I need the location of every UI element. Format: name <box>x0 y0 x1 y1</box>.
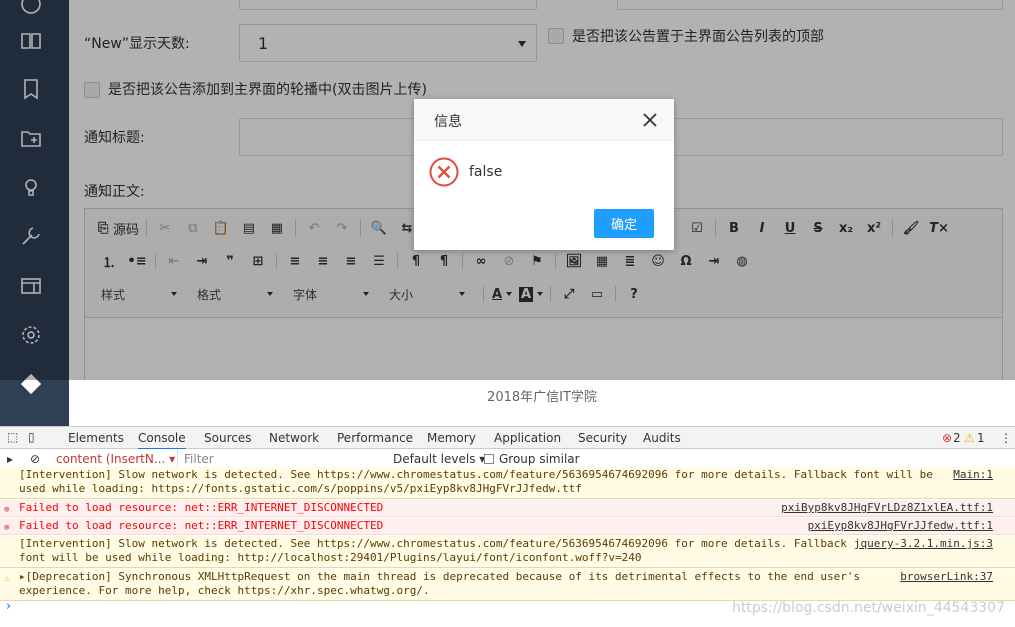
log-entry: ⊗ Failed to load resource: net::ERR_INTER… <box>0 500 1015 517</box>
tab-sources[interactable]: Sources <box>204 431 251 445</box>
log-text: Failed to load resource: net::ERR_INTERN… <box>19 519 384 532</box>
sidebar-toggle-icon[interactable]: ▸ <box>7 452 13 466</box>
tab-security[interactable]: Security <box>578 431 627 445</box>
log-text: [Intervention] Slow network is detected.… <box>19 537 847 550</box>
console-prompt[interactable]: › <box>6 599 11 614</box>
warning-count-icon: ⚠ <box>964 431 975 445</box>
log-text: [Intervention] Slow network is detected.… <box>19 468 933 481</box>
tab-audits[interactable]: Audits <box>643 431 681 445</box>
device-toggle-icon[interactable]: ▯ <box>28 430 35 444</box>
confirm-button[interactable]: 确定 <box>594 209 654 238</box>
dialog-title: 信息 <box>434 114 462 130</box>
context-value: content (InsertN... <box>56 452 166 466</box>
warning-icon: ⚠ <box>4 574 10 584</box>
dialog-header: 信息 <box>414 99 674 141</box>
log-entry: [Intervention] Slow network is detected.… <box>0 467 1015 499</box>
context-select[interactable]: content (InsertN... ▾ <box>56 452 175 466</box>
log-source-link[interactable]: pxiEyp8kv8JHgFVrJJfedw.ttf:1 <box>808 519 993 533</box>
log-text: Failed to load resource: net::ERR_INTERN… <box>19 501 384 514</box>
watermark: https://blog.csdn.net/weixin_44543307 <box>731 600 1005 616</box>
devtools-tabbar: ⬚ ▯ Elements Console Sources Network Per… <box>0 427 1015 450</box>
log-text-continued: used while loading: https://fonts.gstati… <box>19 482 582 495</box>
tab-network[interactable]: Network <box>269 431 319 445</box>
devtools-panel: ⬚ ▯ Elements Console Sources Network Per… <box>0 426 1015 626</box>
log-source-link[interactable]: Main:1 <box>953 468 993 482</box>
error-icon: ⊗ <box>4 523 10 533</box>
group-similar-checkbox[interactable] <box>484 454 494 464</box>
log-text: ▸[Deprecation] Synchronous XMLHttpReques… <box>19 570 861 583</box>
log-source-link[interactable]: pxiByp8kv8JHgFVrLDz8Z1xlEA.ttf:1 <box>781 501 993 515</box>
log-entry: ⊗ Failed to load resource: net::ERR_INTER… <box>0 518 1015 535</box>
log-entry: [Intervention] Slow network is detected.… <box>0 536 1015 568</box>
log-levels-select[interactable]: Default levels ▾ <box>393 452 485 466</box>
page-footer: 2018年广信IT学院 <box>69 380 1015 426</box>
log-source-link[interactable]: jquery-3.2.1.min.js:3 <box>854 537 993 551</box>
filter-placeholder: Filter <box>184 452 214 466</box>
console-filter-input[interactable]: Filter <box>177 450 377 468</box>
tab-elements[interactable]: Elements <box>68 431 124 445</box>
log-source-link[interactable]: browserLink:37 <box>900 570 993 584</box>
warning-count[interactable]: 1 <box>977 431 985 445</box>
clear-console-icon[interactable]: ⊘ <box>30 452 40 466</box>
error-count-icon: ⊗ <box>942 431 953 445</box>
group-similar-label: Group similar <box>499 452 580 466</box>
dialog-message: false <box>469 164 503 180</box>
log-entry: ⚠ ▸[Deprecation] Synchronous XMLHttpReque… <box>0 569 1015 601</box>
tab-console[interactable]: Console <box>138 431 186 450</box>
more-options-icon[interactable]: ⋮ <box>1000 431 1012 445</box>
footer-text: 2018年广信IT学院 <box>487 390 597 405</box>
inspect-icon[interactable]: ⬚ <box>7 430 18 444</box>
log-text-continued: font will be used while loading: http://… <box>19 551 642 564</box>
error-icon: ⊗ <box>4 505 10 515</box>
tab-application[interactable]: Application <box>494 431 561 445</box>
info-dialog: 信息 false 确定 <box>414 99 674 250</box>
tab-performance[interactable]: Performance <box>337 431 413 445</box>
log-text-continued: experience. For more help, check https:/… <box>19 584 430 597</box>
error-icon <box>429 157 459 187</box>
close-icon[interactable] <box>642 112 658 128</box>
tab-memory[interactable]: Memory <box>427 431 476 445</box>
log-levels-value: Default levels <box>393 452 476 466</box>
app-window: “New”显示天数: 1 是否把该公告置于主界面公告列表的顶部 是否把该公告添加… <box>0 0 1015 426</box>
error-count[interactable]: 2 <box>953 431 961 445</box>
